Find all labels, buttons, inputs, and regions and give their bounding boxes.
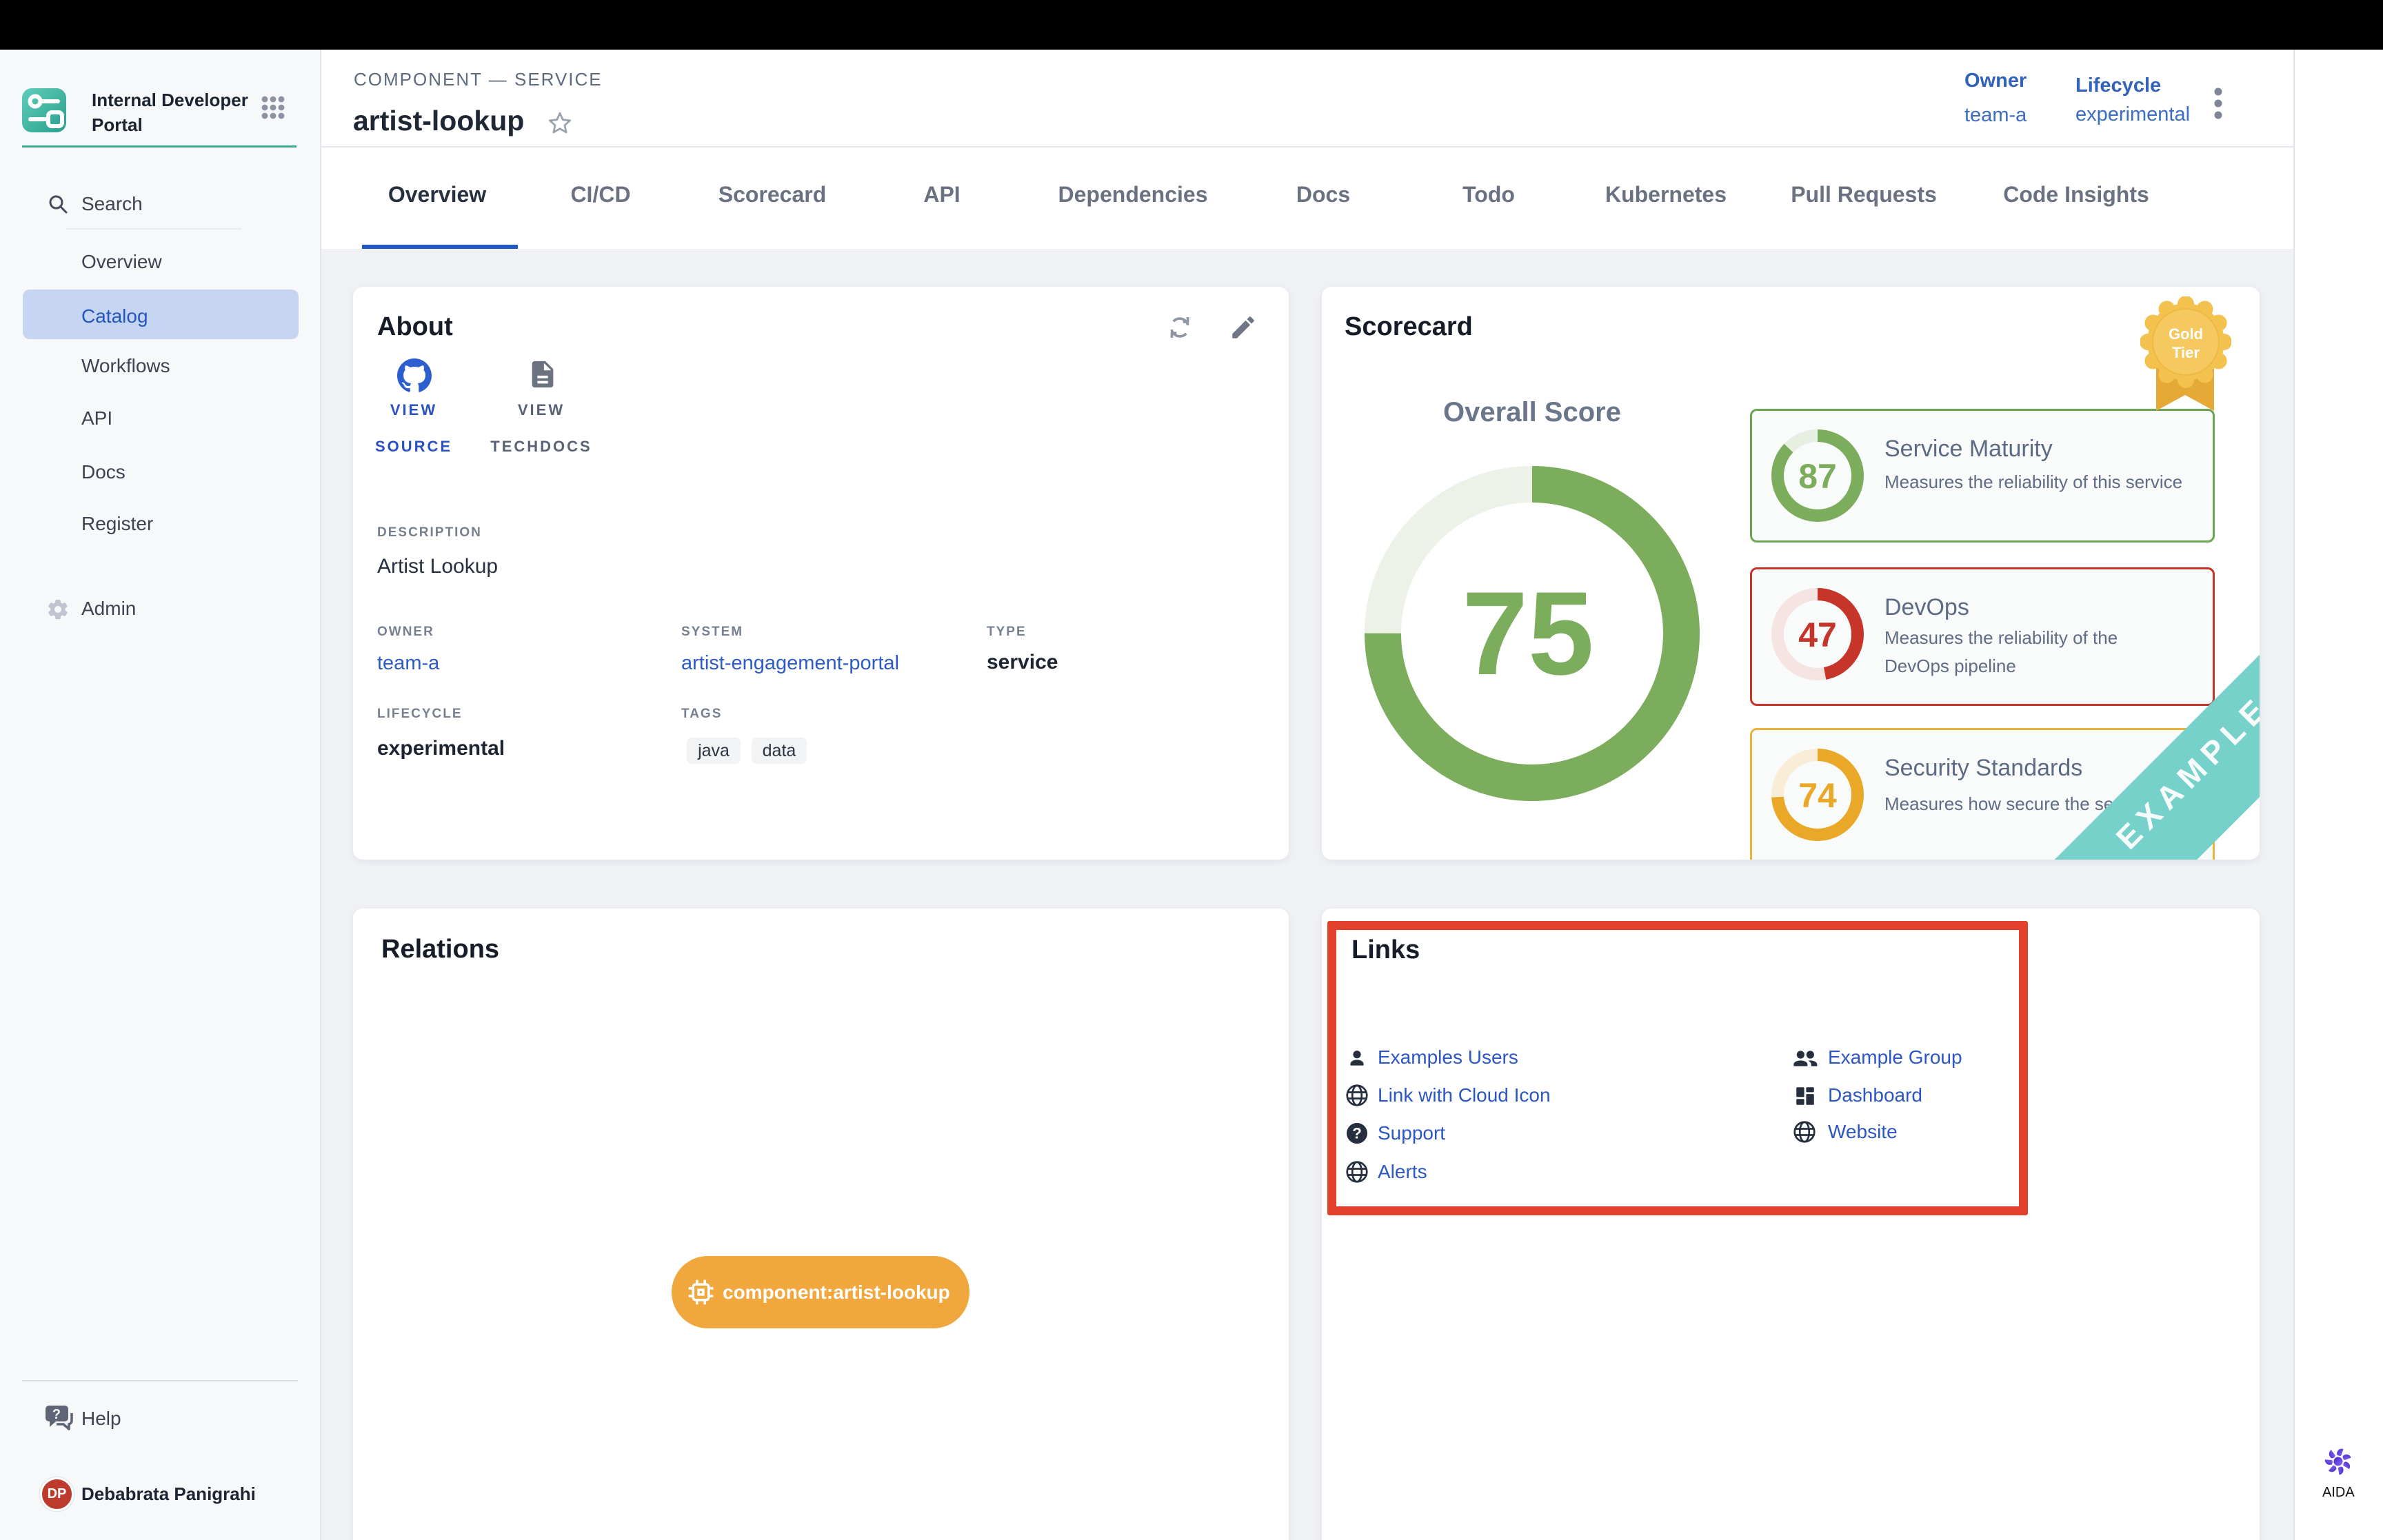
svg-text:?: ? xyxy=(52,1407,61,1422)
svg-text:74: 74 xyxy=(1798,776,1837,815)
svg-text:Tier: Tier xyxy=(2172,344,2200,361)
svg-text:75: 75 xyxy=(1462,567,1593,700)
svg-text:Gold: Gold xyxy=(2169,325,2203,343)
svg-text:87: 87 xyxy=(1798,457,1837,496)
svg-text:47: 47 xyxy=(1798,616,1837,654)
